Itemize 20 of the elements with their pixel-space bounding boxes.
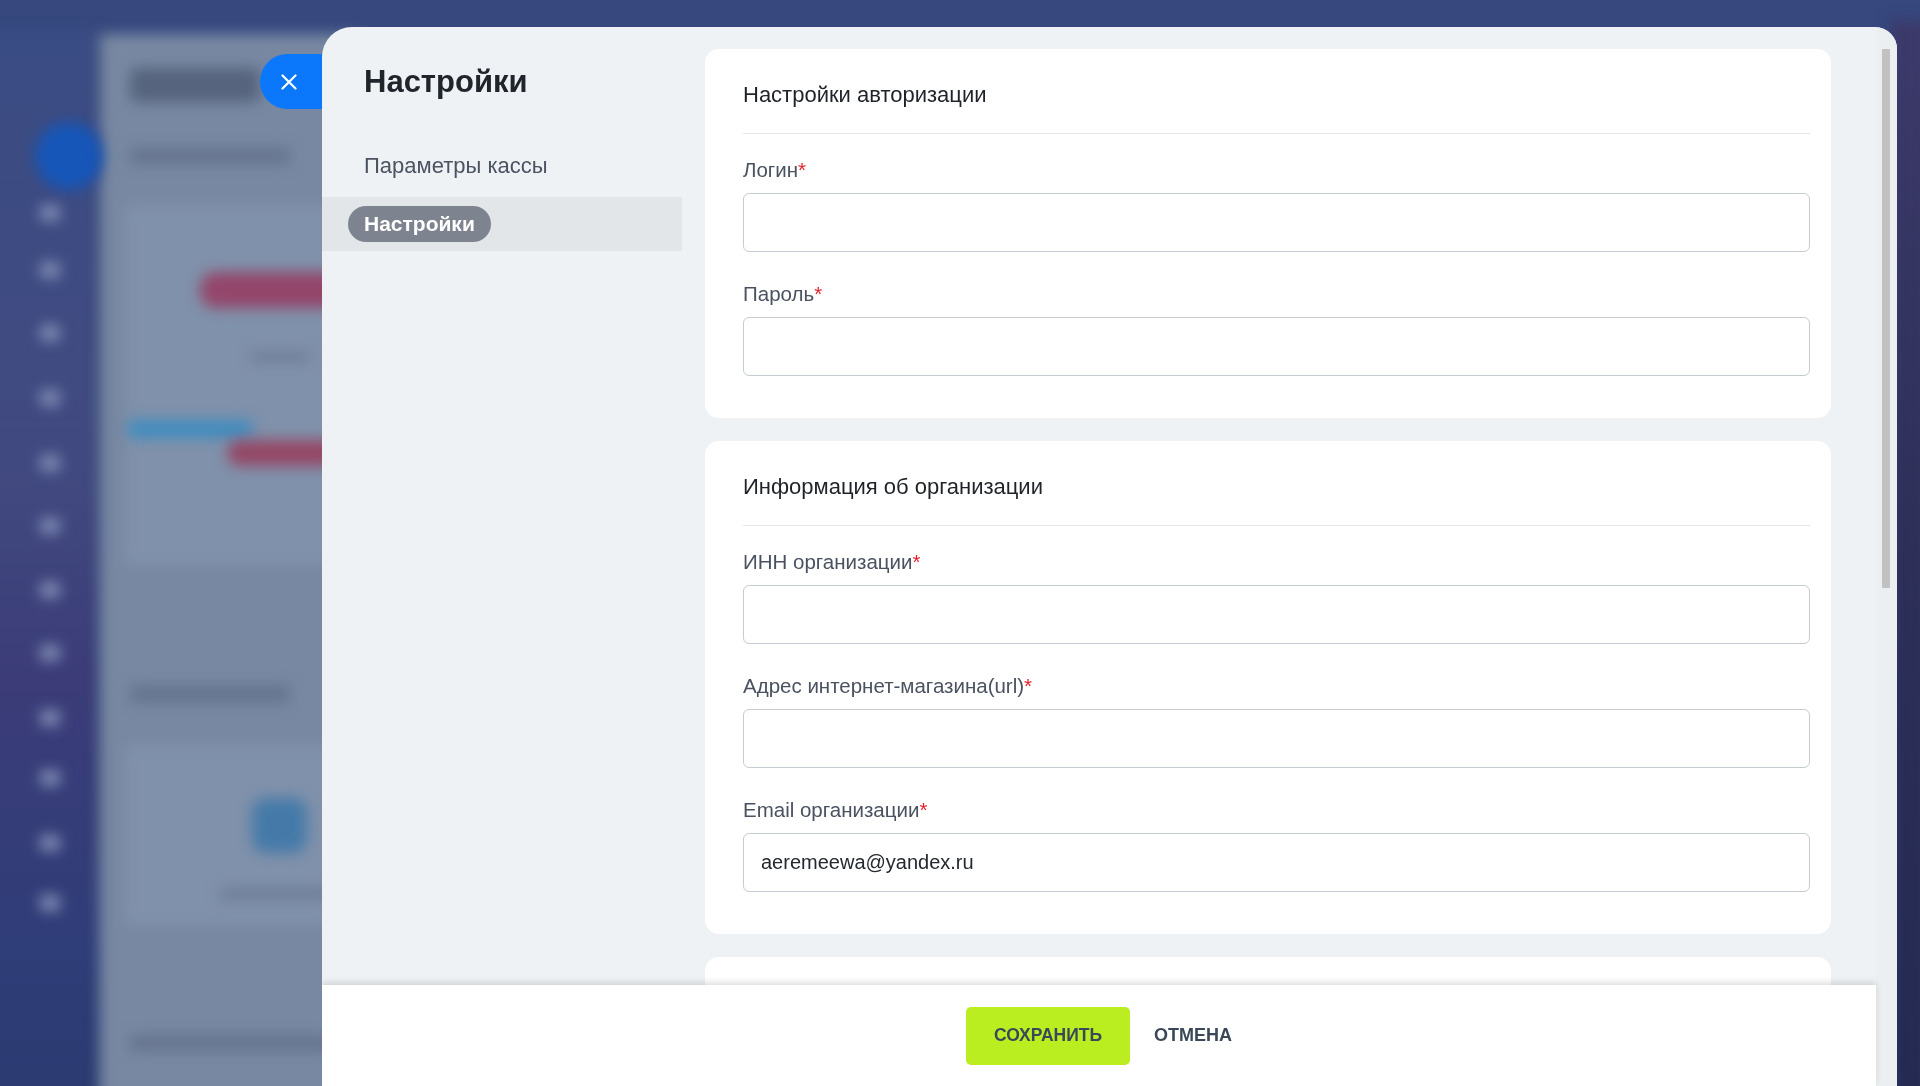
- section-title: Информация об организации: [743, 441, 1810, 526]
- field-label: ИНН организации*: [743, 550, 921, 574]
- text-input[interactable]: [743, 709, 1810, 768]
- close-button[interactable]: [260, 54, 322, 109]
- section-title: Настройки авторизации: [743, 49, 1810, 134]
- scrollbar-thumb[interactable]: [1882, 49, 1890, 588]
- field-label: Адрес интернет-магазина(url)*: [743, 674, 1033, 698]
- field-label: Email организации*: [743, 798, 928, 822]
- field-label: Логин*: [743, 158, 807, 182]
- close-icon: [281, 73, 297, 90]
- nav-item[interactable]: Настройки: [348, 206, 491, 242]
- text-input[interactable]: [743, 585, 1810, 644]
- cancel-button[interactable]: ОТМЕНА: [1154, 1025, 1233, 1046]
- text-input[interactable]: [743, 317, 1810, 376]
- panel-title: Настройки: [364, 63, 529, 101]
- field-label: Пароль*: [743, 282, 823, 306]
- nav-item[interactable]: Параметры кассы: [348, 148, 564, 184]
- save-button[interactable]: СОХРАНИТЬ: [965, 1006, 1131, 1065]
- text-input[interactable]: [743, 193, 1810, 252]
- text-input[interactable]: aeremeewa@yandex.ru: [743, 833, 1810, 892]
